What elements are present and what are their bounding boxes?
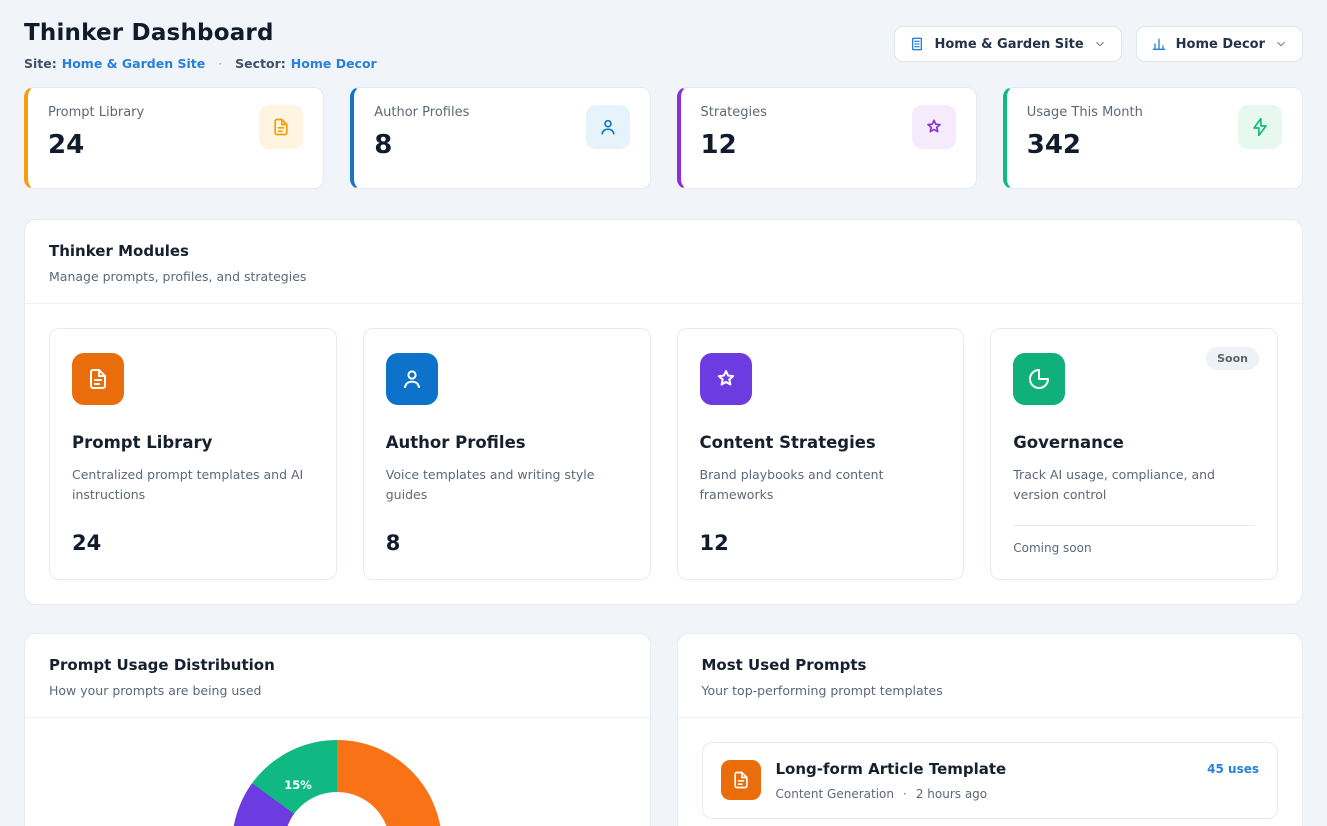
bar-chart-icon [1151,36,1167,52]
module-description: Brand playbooks and content frameworks [700,465,942,505]
site-label: Site: [24,56,57,71]
person-icon [386,353,438,405]
pie-chart-icon [1013,353,1065,405]
coming-soon-note: Coming soon [1013,525,1255,555]
stat-main: Usage This Month 342 [1027,105,1143,160]
page-title: Thinker Dashboard [24,20,377,46]
stat-main: Strategies 12 [701,105,767,160]
module-card-author-profiles[interactable]: Author Profiles Voice templates and writ… [363,328,651,580]
most-used-prompts-panel: Most Used Prompts Your top-performing pr… [677,633,1304,826]
sector-label: Sector: [235,56,286,71]
module-description: Centralized prompt templates and AI inst… [72,465,314,505]
stat-label: Usage This Month [1027,105,1143,120]
module-count: 12 [700,531,942,555]
stat-value: 24 [48,130,144,160]
stat-value: 342 [1027,130,1143,160]
stat-value: 12 [701,130,767,160]
heading-block: Thinker Dashboard Site: Home & Garden Si… [24,20,377,71]
chart-area: 15% [25,718,650,826]
stat-label: Prompt Library [48,105,144,120]
prompt-item-uses-badge: 45 uses [1207,760,1259,776]
site-link[interactable]: Home & Garden Site [62,56,205,71]
donut-segment-label: 15% [284,778,312,792]
site-selector-label: Home & Garden Site [934,37,1083,52]
sector-link[interactable]: Home Decor [291,56,377,71]
document-icon [72,353,124,405]
module-title: Author Profiles [386,433,628,452]
prompt-item-time: 2 hours ago [916,787,987,801]
prompts-panel-head: Most Used Prompts Your top-performing pr… [678,634,1303,718]
donut-chart: 15% [232,740,442,826]
module-title: Prompt Library [72,433,314,452]
usage-panel-head: Prompt Usage Distribution How your promp… [25,634,650,718]
prompt-item-title: Long-form Article Template [776,760,1007,778]
selectors: Home & Garden Site Home Decor [894,26,1303,62]
module-card-prompt-library[interactable]: Prompt Library Centralized prompt templa… [49,328,337,580]
breadcrumb: Site: Home & Garden Site · Sector: Home … [24,56,377,71]
module-card-content-strategies[interactable]: Content Strategies Brand playbooks and c… [677,328,965,580]
lightning-icon [1238,105,1282,149]
list-item[interactable]: Long-form Article Template Content Gener… [702,742,1279,819]
star-icon [700,353,752,405]
site-selector[interactable]: Home & Garden Site [894,26,1121,62]
star-icon [912,105,956,149]
soon-badge: Soon [1206,347,1259,370]
document-icon [721,760,761,800]
prompts-subtitle: Your top-performing prompt templates [702,683,1279,698]
sector-selector[interactable]: Home Decor [1136,26,1303,62]
modules-grid: Prompt Library Centralized prompt templa… [25,304,1302,604]
stat-label: Author Profiles [374,105,469,120]
modules-title: Thinker Modules [49,242,1278,260]
prompt-item-meta: Content Generation · 2 hours ago [776,787,1007,801]
module-count: 8 [386,531,628,555]
stat-label: Strategies [701,105,767,120]
stat-card-author-profiles: Author Profiles 8 [350,87,650,189]
building-icon [909,36,925,52]
prompt-item-main: Long-form Article Template Content Gener… [776,760,1007,801]
module-description: Voice templates and writing style guides [386,465,628,505]
prompt-list: Long-form Article Template Content Gener… [678,718,1303,826]
chevron-down-icon [1274,37,1288,51]
breadcrumb-dot: · [218,56,222,71]
prompt-item-category: Content Generation [776,787,894,801]
thinker-modules-panel: Thinker Modules Manage prompts, profiles… [24,219,1303,605]
dashboard-page: Thinker Dashboard Site: Home & Garden Si… [0,0,1327,826]
prompts-title: Most Used Prompts [702,656,1279,674]
meta-dot: · [903,787,907,801]
topbar: Thinker Dashboard Site: Home & Garden Si… [24,20,1303,71]
stats-row: Prompt Library 24 Author Profiles 8 Stra… [24,87,1303,189]
stat-card-prompt-library: Prompt Library 24 [24,87,324,189]
usage-subtitle: How your prompts are being used [49,683,626,698]
module-title: Governance [1013,433,1255,452]
person-icon [586,105,630,149]
bottom-row: Prompt Usage Distribution How your promp… [24,633,1303,826]
modules-subtitle: Manage prompts, profiles, and strategies [49,269,1278,284]
stat-main: Prompt Library 24 [48,105,144,160]
stat-value: 8 [374,130,469,160]
stat-main: Author Profiles 8 [374,105,469,160]
usage-distribution-panel: Prompt Usage Distribution How your promp… [24,633,651,826]
sector-selector-label: Home Decor [1176,37,1265,52]
module-description: Track AI usage, compliance, and version … [1013,465,1255,505]
module-title: Content Strategies [700,433,942,452]
modules-panel-head: Thinker Modules Manage prompts, profiles… [25,220,1302,304]
stat-card-usage: Usage This Month 342 [1003,87,1303,189]
stat-card-strategies: Strategies 12 [677,87,977,189]
module-card-governance[interactable]: Soon Governance Track AI usage, complian… [990,328,1278,580]
usage-title: Prompt Usage Distribution [49,656,626,674]
document-icon [259,105,303,149]
module-count: 24 [72,531,314,555]
chevron-down-icon [1093,37,1107,51]
